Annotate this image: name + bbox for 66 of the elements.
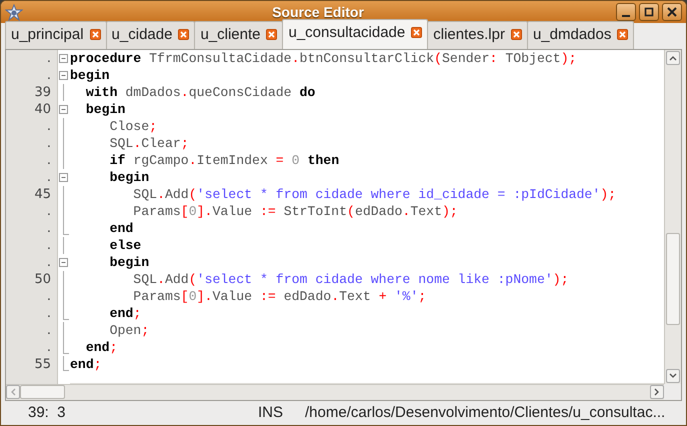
scroll-down-button[interactable]	[666, 369, 680, 383]
code-line: end;	[84, 340, 118, 355]
maximize-button[interactable]	[639, 3, 659, 21]
code-line: begin	[84, 102, 126, 117]
minimize-button[interactable]	[616, 3, 636, 21]
editor-tab[interactable]: u_cidade	[106, 20, 196, 49]
line-number: .	[46, 220, 52, 237]
line-number: .	[46, 339, 52, 356]
code-line: if rgCampo.ItemIndex = 0 then	[108, 153, 340, 168]
code-line: Open;	[108, 323, 150, 338]
line-number: 39	[33, 84, 52, 101]
maximize-icon	[643, 6, 655, 18]
code-line: end;	[70, 357, 102, 372]
scroll-up-button[interactable]	[666, 51, 680, 65]
line-number: .	[46, 67, 52, 84]
close-tab-icon[interactable]	[266, 29, 278, 40]
line-number: .	[46, 305, 52, 322]
close-tab-icon[interactable]	[411, 27, 422, 38]
editor-tab[interactable]: clientes.lpr	[427, 20, 528, 49]
line-number: .	[46, 152, 52, 169]
code-line: SQL.Add('select * from cidade where nome like :pNome');	[132, 272, 569, 287]
close-button[interactable]	[662, 3, 682, 21]
code-line: begin	[70, 68, 110, 83]
line-number: 45	[33, 186, 52, 203]
code-line: begin	[108, 170, 150, 185]
scrollbar-thumb[interactable]	[20, 385, 65, 399]
app-icon	[5, 4, 23, 22]
code-line: else	[108, 238, 142, 253]
close-tab-icon[interactable]	[90, 29, 101, 40]
code-line: begin	[108, 255, 150, 270]
code-line: Close;	[108, 119, 158, 134]
close-tab-icon[interactable]	[510, 29, 522, 40]
minimize-icon	[622, 15, 630, 17]
line-number: .	[46, 288, 52, 305]
line-number: 40	[33, 101, 52, 118]
close-icon	[666, 6, 678, 18]
insert-mode: INS	[258, 402, 284, 423]
line-number: .	[46, 254, 52, 271]
file-path: /home/carlos/Desenvolvimento/Clientes/u_consultac...	[305, 402, 666, 423]
cursor-position: 39: 3	[28, 402, 67, 423]
editor-tab[interactable]: u_principal	[5, 20, 107, 49]
line-number: .	[46, 135, 52, 152]
editor-tab[interactable]: u_cliente	[194, 20, 284, 49]
scrollbar-thumb[interactable]	[666, 233, 680, 325]
line-number: .	[46, 50, 52, 67]
line-number: .	[46, 203, 52, 220]
editor-tab[interactable]: u_dmdados	[526, 20, 634, 49]
code-line: end;	[108, 306, 142, 321]
line-number: 50	[33, 271, 52, 288]
close-tab-icon[interactable]	[617, 29, 628, 40]
scroll-right-button[interactable]	[650, 385, 664, 399]
close-tab-icon[interactable]	[178, 29, 190, 40]
window-title: Source Editor	[271, 2, 365, 22]
line-number: .	[46, 118, 52, 135]
code-line: Params[0].Value := edDado.Text + '%';	[132, 289, 426, 304]
code-line: SQL.Clear;	[108, 136, 189, 151]
line-number: .	[46, 322, 52, 339]
code-line: end	[108, 221, 134, 236]
code-line: Params[0].Value := StrToInt(edDado.Text);	[132, 204, 458, 219]
line-number: .	[46, 237, 52, 254]
line-number: .	[46, 169, 52, 186]
code-line: procedure TfrmConsultaCidade.btnConsultarClick(Sender: TObject);	[70, 51, 577, 66]
code-line: SQL.Add('select * from cidade where id_cidade = :pIdCidade');	[132, 187, 616, 202]
editor-tab[interactable]: u_consultacidade	[282, 18, 428, 49]
line-number: 55	[33, 356, 52, 373]
code-line: with dmDados.queConsCidade do	[84, 85, 316, 100]
